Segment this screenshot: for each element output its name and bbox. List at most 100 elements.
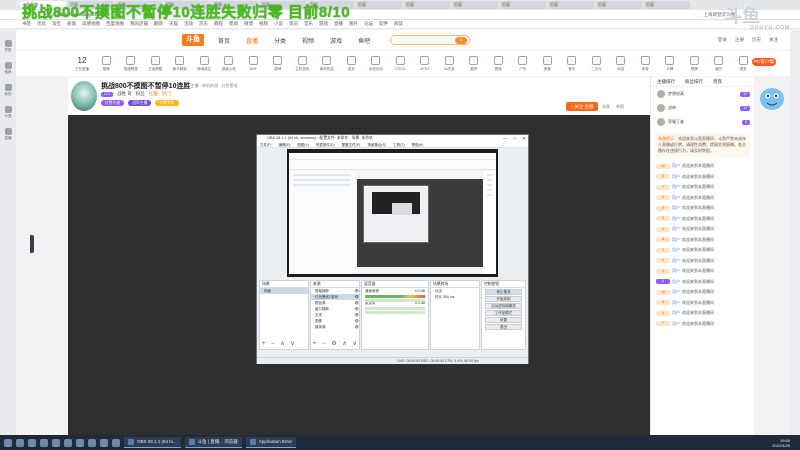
scenes-footer[interactable]: + − ∧ ∨ (262, 340, 297, 347)
taskbar-app-error[interactable]: Application Error (245, 437, 296, 448)
control-button[interactable]: 启动虚拟摄像机 (485, 303, 522, 309)
follow-button[interactable]: + 关注 主播 (566, 102, 598, 111)
chat-username[interactable]: 用户 (672, 195, 680, 201)
category-item[interactable]: 推荐 (94, 55, 119, 72)
control-button[interactable]: 停止推流 (485, 289, 522, 295)
start-icon[interactable] (4, 438, 12, 447)
category-item[interactable]: 主机游戏 (290, 55, 315, 72)
category-item[interactable]: 单机热游 (315, 55, 340, 72)
edge-icon[interactable] (40, 438, 48, 447)
chat-username[interactable]: 用户 (672, 237, 680, 243)
category-item[interactable]: 逆战 (339, 55, 364, 72)
browser-tab[interactable]: 页面 (596, 1, 642, 9)
volume-slider[interactable] (365, 311, 425, 314)
mascot-icon[interactable] (756, 83, 788, 113)
browser-tab[interactable]: 页面 (644, 1, 690, 9)
left-sidebar-item[interactable]: 直播 (4, 128, 12, 141)
streamer-tag[interactable]: 红警专家 (155, 100, 179, 106)
left-sidebar-item[interactable]: 分类 (4, 106, 12, 119)
search-input[interactable]: ⌕ (390, 35, 471, 45)
browser-tab[interactable]: 页面 (548, 1, 594, 9)
mail-icon[interactable] (76, 438, 84, 447)
left-sidebar-item[interactable]: 导航 (4, 40, 12, 53)
chrome-icon[interactable] (88, 438, 96, 447)
category-item[interactable]: 娱乐 (707, 55, 732, 72)
nav-item[interactable]: 首页 (218, 36, 230, 45)
category-item[interactable]: APEX (413, 56, 438, 71)
control-button[interactable]: 设置 (485, 317, 522, 323)
left-sidebar-item[interactable]: 我的 (4, 84, 12, 97)
chat-tab[interactable]: 贵宾 (713, 77, 722, 86)
taskbar-clock[interactable]: 19:50 2022/4/29 (772, 438, 790, 448)
category-item[interactable]: CSGO (388, 56, 413, 71)
browser-tab[interactable]: 页面 (356, 1, 402, 9)
obs-menu-item[interactable]: 帮助(H) (412, 142, 424, 147)
app-icon[interactable] (112, 438, 120, 447)
header-link[interactable]: 注册 (735, 37, 744, 43)
rank-item[interactable]: 荣耀王者 8 (651, 115, 754, 129)
category-item[interactable]: DNF (241, 56, 266, 71)
live-count[interactable]: 12 正在直播 (70, 56, 94, 72)
category-item[interactable]: 穿越火线 (217, 55, 242, 72)
taskbar-app-obs[interactable]: OBS 28.1.1 (64 bi... (124, 437, 181, 448)
category-item[interactable]: 绝地求生 (192, 55, 217, 72)
chat-username[interactable]: 用户 (672, 279, 680, 285)
rank-item[interactable]: 梦想成真 12 (651, 87, 754, 101)
category-item[interactable]: 二次元 (584, 55, 609, 72)
category-item[interactable]: 棋牌 (682, 55, 707, 72)
streamer-name[interactable]: 战胜 哥 (117, 91, 132, 97)
control-button[interactable]: 开始录制 (485, 296, 522, 302)
minimize-icon[interactable]: — (503, 135, 508, 142)
bookmark-item[interactable]: 图片 (349, 21, 358, 27)
nav-item[interactable]: 分类 (274, 36, 286, 45)
obs-menu-item[interactable]: 编辑(E) (278, 142, 290, 147)
chat-username[interactable]: 用户 (672, 321, 680, 327)
chat-username[interactable]: 用户 (672, 289, 680, 295)
chat-tab[interactable]: 粉丝排行 (685, 77, 703, 86)
chat-username[interactable]: 用户 (672, 226, 680, 232)
browser-tab[interactable]: 页面 (404, 1, 450, 9)
control-button[interactable]: 退出 (485, 324, 522, 330)
category-item[interactable]: 音乐 (560, 55, 585, 72)
obs-menu-item[interactable]: 视图(V) (297, 142, 309, 147)
volume-slider[interactable] (365, 299, 425, 302)
obs-menu-item[interactable]: 配置文件(P) (342, 142, 361, 147)
control-button[interactable]: 工作室模式 (485, 310, 522, 316)
category-item[interactable]: 和平精英 (168, 55, 193, 72)
category-item[interactable]: 英雄联盟 (119, 55, 144, 72)
source-item[interactable]: 媒体源 👁 (311, 324, 359, 330)
chat-username[interactable]: 用户 (672, 184, 680, 190)
sources-footer[interactable]: + − ⚙ ∧ ∨ (313, 340, 359, 347)
header-link[interactable]: 登录 (718, 37, 727, 43)
nav-item[interactable]: 直播 (246, 36, 258, 45)
chat-tab[interactable]: 主播排行 (657, 77, 675, 86)
eye-icon[interactable]: 👁 (355, 324, 359, 330)
header-link[interactable]: 关注 (769, 37, 778, 43)
app-icon[interactable] (100, 438, 108, 447)
report-button[interactable]: 举报 (616, 104, 624, 110)
obs-menu-item[interactable]: 工具(T) (393, 142, 404, 147)
transition-duration[interactable]: 时长 300 ms (431, 294, 479, 300)
taskview-icon[interactable] (28, 438, 36, 447)
bookmark-item[interactable]: 论坛 (364, 21, 373, 27)
browser-tab[interactable]: 页面 (452, 1, 498, 9)
category-item[interactable]: 科技 (609, 55, 634, 72)
category-item[interactable]: 王者荣耀 (143, 55, 168, 72)
chat-username[interactable]: 用户 (672, 216, 680, 222)
close-icon[interactable]: ✕ (522, 135, 526, 142)
obs-menu-item[interactable]: 停靠部件(D) (316, 142, 335, 147)
streamer-tag[interactable]: 冠军主播 (128, 100, 152, 106)
nav-item[interactable]: 视频 (302, 36, 314, 45)
chat-username[interactable]: 用户 (672, 268, 680, 274)
chat-username[interactable]: 用户 (672, 163, 680, 169)
share-button[interactable]: 分享 (602, 104, 610, 110)
category-item[interactable]: 美食 (535, 55, 560, 72)
category-item[interactable]: 永劫无间 (364, 55, 389, 72)
bookmark-item[interactable]: 软件 (379, 21, 388, 27)
header-link[interactable]: 历史 (752, 37, 761, 43)
category-item[interactable]: lol手游 (437, 55, 462, 72)
streamer-tag[interactable]: 红警大佬 (101, 100, 125, 106)
chat-username[interactable]: 用户 (672, 310, 680, 316)
sidebar-collapse-handle[interactable] (30, 235, 34, 253)
obs-menu-item[interactable]: 场景集合(S) (367, 142, 386, 147)
